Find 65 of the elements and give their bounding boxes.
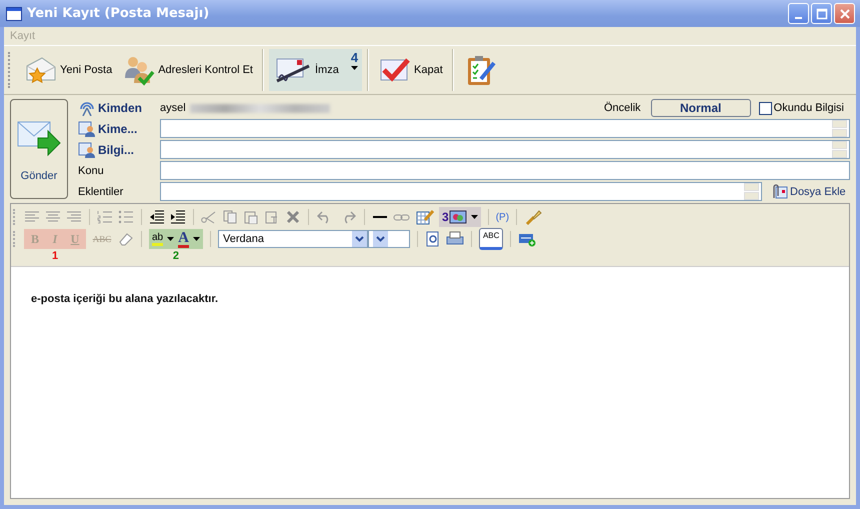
priority-label: Öncelik — [604, 102, 641, 114]
attachments-field[interactable] — [160, 182, 762, 201]
callout-number: 2 — [172, 250, 180, 262]
copy-icon[interactable] — [222, 210, 238, 224]
sender-name: aysel — [160, 102, 186, 114]
dropdown-arrow-icon — [350, 66, 358, 70]
image-icon[interactable] — [448, 210, 467, 224]
dropdown-arrow-icon[interactable] — [167, 237, 174, 241]
preview-icon[interactable] — [424, 231, 441, 247]
paragraph-button[interactable]: (P) — [496, 212, 510, 222]
address-book-icon — [78, 120, 96, 136]
window-icon — [6, 6, 22, 20]
bullet-list-icon[interactable] — [118, 210, 134, 224]
from-label: Kimden — [98, 101, 142, 115]
numbered-list-icon[interactable] — [97, 210, 113, 224]
maximize-button[interactable] — [811, 3, 832, 24]
paste-text-icon[interactable] — [264, 210, 280, 224]
address-field[interactable] — [160, 119, 850, 138]
message-body-text: e-posta içeriği bu alana yazılacaktır. — [31, 293, 220, 305]
brush-icon[interactable] — [524, 209, 542, 225]
cut-icon[interactable] — [201, 210, 217, 224]
antenna-icon — [78, 100, 96, 116]
font-select[interactable]: Verdana — [218, 230, 368, 248]
signature-button[interactable]: İmza 4 — [268, 49, 362, 91]
read-receipt-checkbox[interactable]: Okundu Bilgisi — [758, 102, 844, 114]
maximize-icon — [816, 8, 828, 20]
field-label[interactable]: Bilgi... — [98, 142, 134, 156]
indent-icon[interactable] — [170, 210, 186, 224]
font-color-button[interactable]: A — [178, 230, 189, 248]
field-label: Konu — [78, 164, 104, 176]
align-right-icon[interactable] — [66, 210, 82, 224]
paste-icon[interactable] — [243, 210, 259, 224]
callout-number: 1 — [52, 250, 58, 262]
callout-number: 3 — [442, 210, 449, 224]
people-check-icon — [122, 54, 156, 86]
minimize-button[interactable] — [788, 3, 809, 24]
font-size-select[interactable] — [368, 230, 410, 248]
send-button[interactable]: Gönder — [10, 99, 68, 199]
attach-file-button[interactable]: Dosya Ekle — [762, 184, 850, 200]
outdent-icon[interactable] — [149, 210, 165, 224]
subject-field[interactable] — [160, 161, 850, 180]
eraser-icon[interactable] — [118, 232, 134, 246]
window-title: Yeni Kayıt (Posta Mesajı) — [27, 6, 210, 21]
close-button[interactable]: Kapat — [374, 49, 447, 91]
insert-html-icon[interactable] — [518, 231, 536, 247]
align-center-icon[interactable] — [45, 210, 61, 224]
highlight-color-button[interactable]: ab — [152, 232, 164, 246]
field-label[interactable]: Kime... — [98, 122, 138, 136]
field-label: Eklentiler — [78, 186, 124, 198]
spell-check-button[interactable]: ABC — [478, 228, 504, 250]
check-addresses-button[interactable]: Adresleri Kontrol Et — [118, 49, 257, 91]
align-left-icon[interactable] — [24, 210, 40, 224]
new-mail-button[interactable]: Yeni Posta — [20, 49, 116, 91]
address-field[interactable] — [160, 140, 850, 159]
table-pencil-icon[interactable] — [416, 209, 434, 225]
address-book-icon — [78, 142, 96, 158]
priority-button[interactable]: Normal — [650, 99, 751, 117]
print-icon[interactable] — [446, 231, 464, 247]
callout-number: 4 — [350, 51, 358, 64]
dropdown-arrow-icon[interactable] — [470, 215, 478, 219]
close-button[interactable] — [834, 3, 855, 24]
delete-icon[interactable] — [285, 210, 301, 224]
minimize-icon — [795, 16, 802, 18]
close-icon — [838, 8, 850, 20]
dropdown-arrow-icon[interactable] — [192, 237, 200, 241]
